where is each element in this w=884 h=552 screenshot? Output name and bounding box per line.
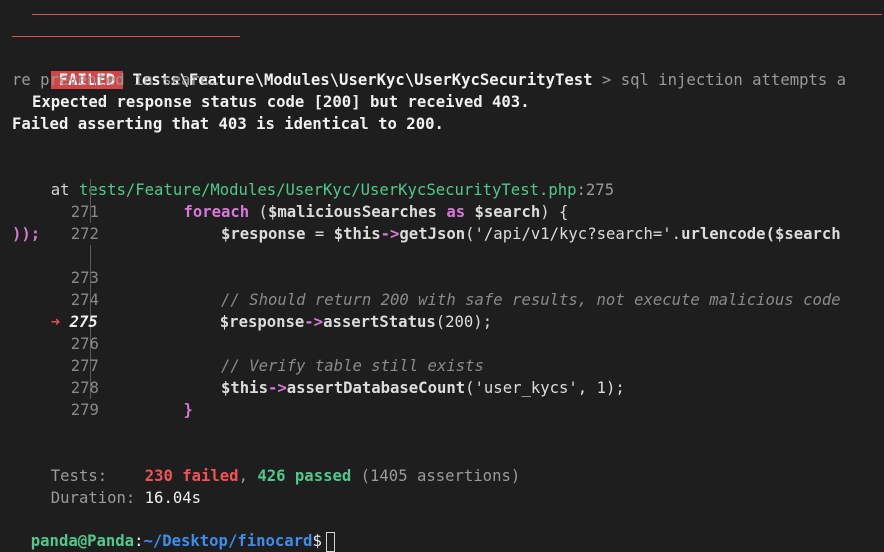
code-line-272-wrap: )); [12, 225, 41, 243]
token-method: assertDatabaseCount [286, 379, 466, 397]
test-name-continued: re prevented in searc… [12, 71, 219, 89]
token-variable: $response [221, 225, 306, 243]
prompt-colon: : [134, 532, 144, 550]
duration-summary: Duration: 16.04s [32, 465, 201, 507]
token-operator: -> [304, 313, 324, 331]
token-function: urlencode [681, 225, 766, 243]
line-number: 272 [70, 225, 99, 243]
token-operator: -> [380, 225, 400, 243]
token-variable: $this [333, 225, 381, 243]
token-args: (200); [435, 313, 493, 331]
token-operator: -> [267, 379, 287, 397]
summary-comma: , [238, 467, 258, 485]
terminal-cursor[interactable] [325, 531, 335, 552]
code-line-272: 272 $response = $this->getJson('/api/v1/… [52, 201, 841, 243]
code-line-278: 278 $this->assertDatabaseCount('user_kyc… [52, 355, 625, 397]
code-line-277: 277 // Verify table still exists [52, 333, 484, 375]
prompt-symbol: $ [312, 532, 322, 550]
test-name: sql injection attempts a [620, 71, 847, 89]
token-string: ('/api/v1/kyc?search='. [465, 225, 682, 243]
top-separator-line [32, 14, 882, 15]
assertions-count: (1405 assertions) [351, 467, 521, 485]
token-variable: ($search [765, 225, 841, 243]
token-punct: } [183, 401, 193, 419]
test-separator: > [592, 71, 621, 89]
line-ref: :275 [576, 181, 615, 199]
expected-message: Expected response status code [200] but … [32, 93, 530, 111]
token-variable: $response [219, 313, 305, 331]
token-args: ('user_kycs', 1); [465, 379, 625, 397]
code-line-273: 273 [52, 245, 99, 287]
duration-value: 16.04s [144, 489, 202, 507]
token-method: assertStatus [323, 313, 436, 331]
code-line-279: 279 } [52, 377, 193, 419]
assert-message: Failed asserting that 403 is identical t… [12, 115, 444, 133]
failure-location: at tests/Feature/Modules/UserKyc/UserKyc… [32, 157, 614, 199]
line-number: 279 [70, 401, 99, 419]
code-line-274: 274 // Should return 200 with safe resul… [52, 267, 841, 309]
failure-header: FAILED Tests\Feature\Modules\UserKyc\Use… [32, 47, 846, 89]
duration-label: Duration: [50, 489, 136, 507]
prompt-user-host: panda@Panda [30, 532, 135, 550]
token-method: getJson [399, 225, 466, 243]
prompt-path: ~/Desktop/finocard [143, 532, 313, 550]
shell-prompt[interactable]: panda@Panda:~/Desktop/finocard$ [12, 508, 335, 552]
code-line-271: 271 foreach ($maliciousSearches as $sear… [52, 179, 569, 221]
code-line-276: 276 [52, 311, 99, 353]
tests-summary: Tests: 230 failed, 426 passed (1405 asse… [32, 443, 520, 485]
code-line-275-current: ➜ 275 $response->assertStatus(200); [32, 289, 492, 331]
passed-count: 426 passed [257, 467, 352, 485]
header-separator-line [12, 36, 240, 37]
token-punct: = [305, 225, 334, 243]
token-variable: $this [221, 379, 268, 397]
